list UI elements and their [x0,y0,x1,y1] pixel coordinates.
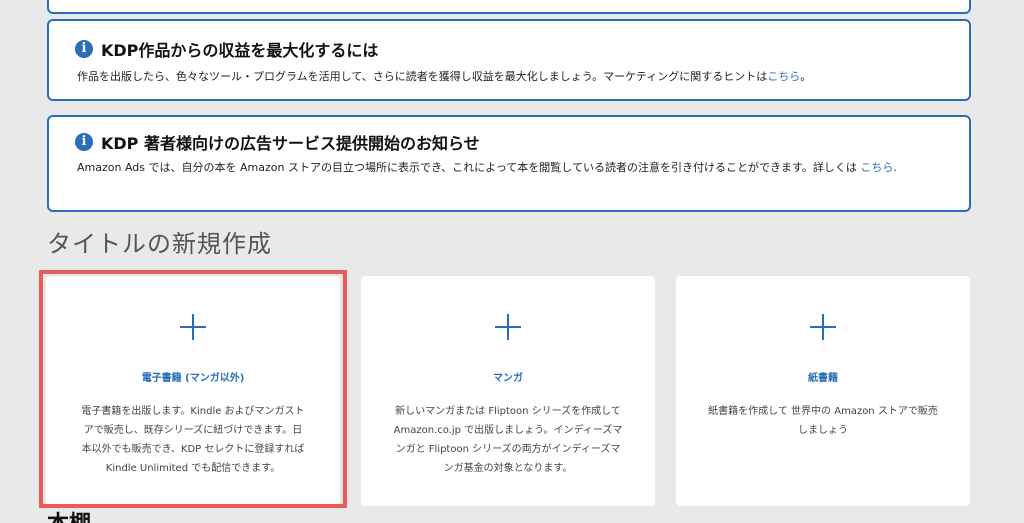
card-desc-line: アで販売し、既存シリーズに紐づけできます。日 [83,425,303,436]
alert-maximize-revenue: i KDP作品からの収益を最大化するには 作品を出版したら、色々なツール・プログ… [47,19,971,101]
plus-icon [810,314,836,340]
create-manga-card[interactable]: マンガ 新しいマンガまたは Fliptoon シリーズを作成して Amazon.… [361,276,655,506]
card-description: 新しいマンガまたは Fliptoon シリーズを作成して Amazon.co.j… [381,402,635,478]
card-title: 電子書籍 (マンガ以外) [141,373,245,384]
create-ebook-card[interactable]: 電子書籍 (マンガ以外) 電子書籍を出版します。Kindle およびマンガスト … [46,276,340,506]
card-desc-line: ンガ基金の対象となります。 [443,463,573,474]
alert-body-suffix: . [893,161,897,174]
card-desc-line: Amazon.co.jp で出版しましょう。インディーズマ [393,425,623,436]
alert-body: Amazon Ads では、自分の本を Amazon ストアの目立つ場所に表示で… [75,160,943,176]
alert-body-suffix: 。 [800,70,812,83]
card-desc-line: 紙書籍を作成して 世界中の Amazon ストアで販売 [708,406,938,417]
section-title-create-new: タイトルの新規作成 [47,230,272,258]
card-title: マンガ [493,373,523,384]
info-icon: i [75,133,93,151]
alert-body: 作品を出版したら、色々なツール・プログラムを活用して、さらに読者を獲得し収益を最… [75,69,943,85]
previous-alert-box [47,0,971,14]
alert-body-text: 作品を出版したら、色々なツール・プログラムを活用して、さらに読者を獲得し収益を最… [77,70,768,83]
alert-title: KDP作品からの収益を最大化するには [101,41,379,60]
card-title: 紙書籍 [808,373,838,384]
card-desc-line: 本以外でも販売でき、KDP セレクトに登録すれば [81,444,305,455]
card-description: 電子書籍を出版します。Kindle およびマンガスト アで販売し、既存シリーズに… [66,402,320,478]
marketing-tips-link[interactable]: こちら [767,70,800,83]
alert-body-text: Amazon Ads では、自分の本を Amazon ストアの目立つ場所に表示で… [77,161,861,174]
card-desc-line: Kindle Unlimited でも配信できます。 [105,463,281,474]
card-description: 紙書籍を作成して 世界中の Amazon ストアで販売 しましょう [696,402,950,440]
ads-details-link[interactable]: こちら [860,161,893,174]
alert-title: KDP 著者様向けの広告サービス提供開始のお知らせ [101,134,480,153]
plus-icon [495,314,521,340]
create-paperback-card[interactable]: 紙書籍 紙書籍を作成して 世界中の Amazon ストアで販売 しましょう [676,276,970,506]
card-desc-line: しましょう [798,425,848,436]
alert-amazon-ads: i KDP 著者様向けの広告サービス提供開始のお知らせ Amazon Ads で… [47,115,971,212]
alert-header: i KDP作品からの収益を最大化するには [75,37,943,61]
card-desc-line: 電子書籍を出版します。Kindle およびマンガスト [81,406,305,417]
bookshelf-heading: 本棚 [47,506,91,523]
plus-icon [180,314,206,340]
card-desc-line: ンガと Fliptoon シリーズの両方がインディーズマ [395,444,621,455]
info-icon: i [75,40,93,58]
card-desc-line: 新しいマンガまたは Fliptoon シリーズを作成して [395,406,621,417]
alert-header: i KDP 著者様向けの広告サービス提供開始のお知らせ [75,130,943,154]
